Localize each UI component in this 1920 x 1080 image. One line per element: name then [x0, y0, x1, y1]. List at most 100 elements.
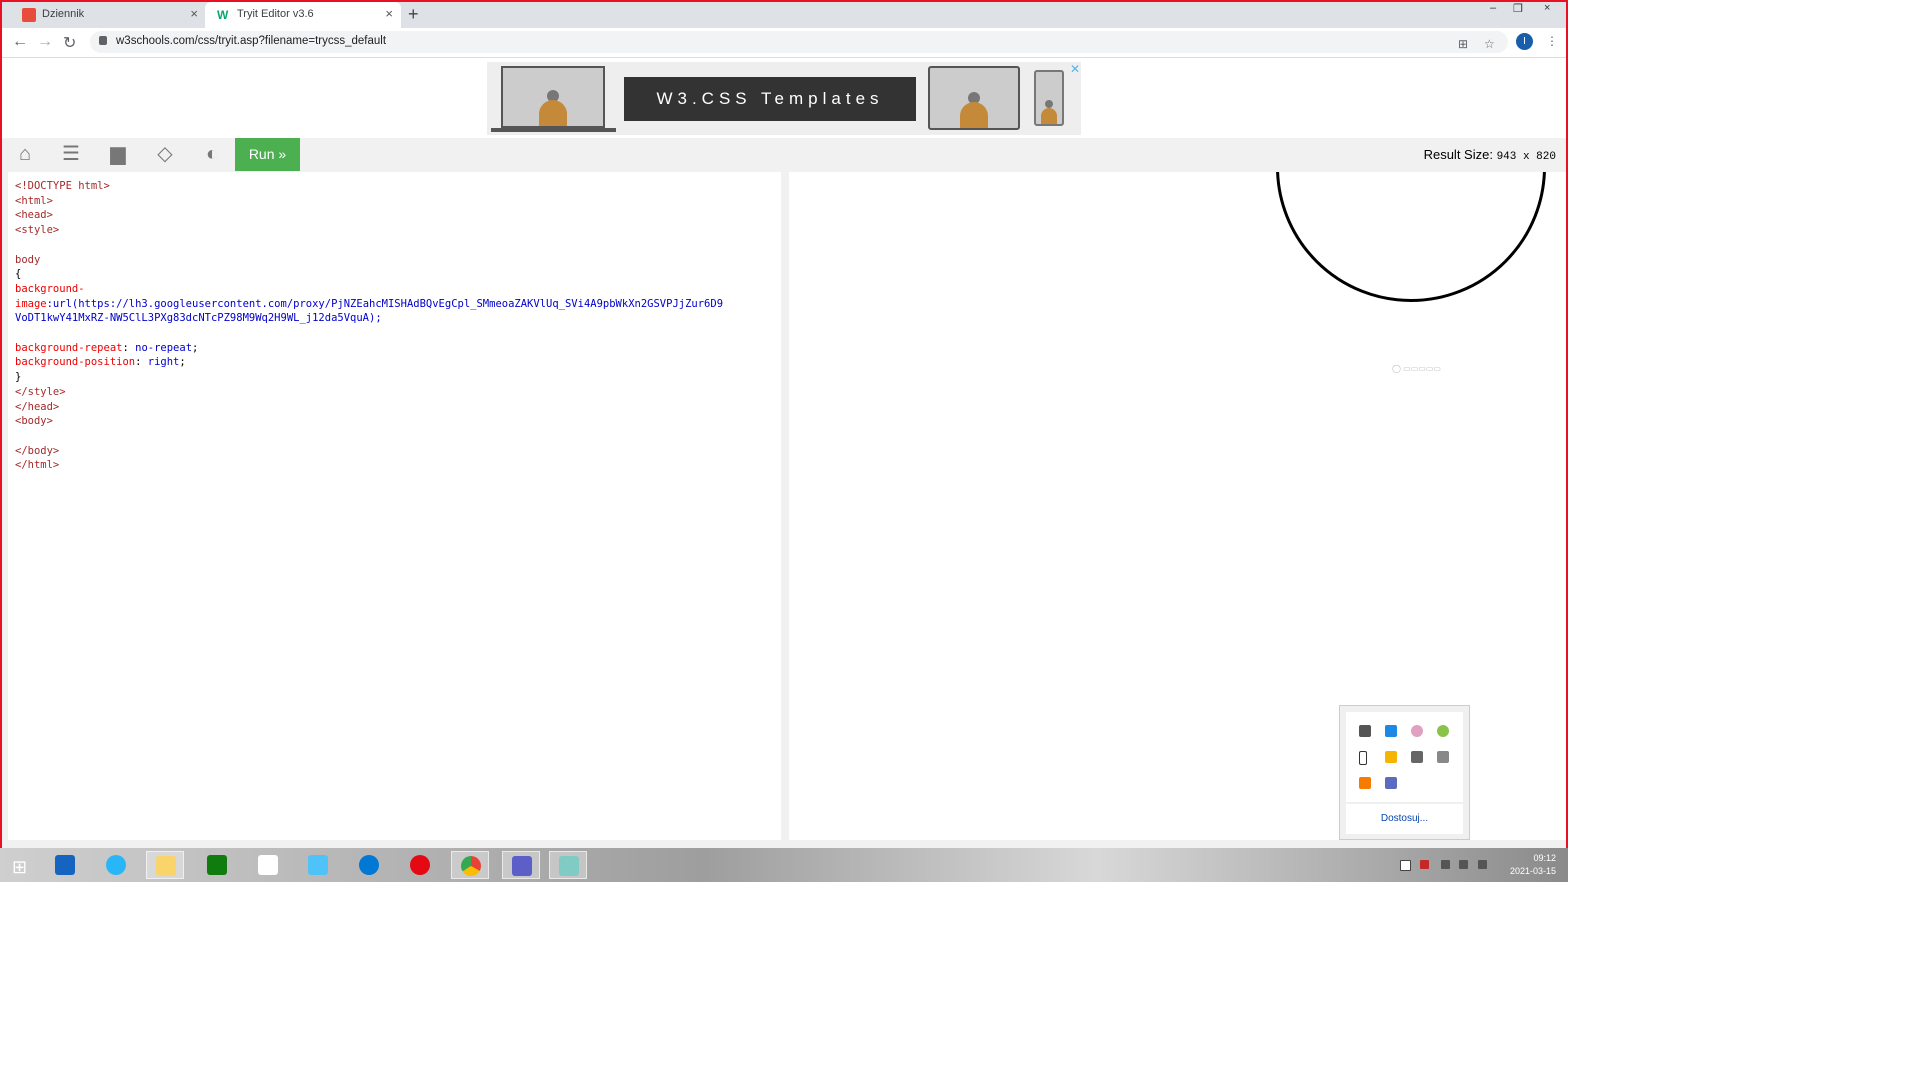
chrome-icon — [461, 856, 481, 876]
ie-icon — [106, 855, 126, 875]
code-token: ); — [369, 312, 382, 325]
monitor-tray-icon[interactable] — [1359, 725, 1371, 737]
tray-icons — [1346, 712, 1463, 802]
customize-link[interactable]: Dostosuj... — [1346, 813, 1463, 824]
device-tray-icon[interactable] — [1411, 751, 1423, 763]
reload-icon[interactable]: ↻ — [63, 33, 76, 53]
code-line: </body> — [15, 444, 60, 457]
back-icon[interactable]: ← — [12, 33, 28, 51]
translate-icon[interactable]: ⊞ — [1458, 37, 1468, 51]
store-icon — [207, 855, 227, 875]
rotate-icon[interactable]: ◇ — [142, 138, 188, 171]
result-size-label: Result Size: — [1423, 147, 1493, 162]
code-token: ; — [192, 341, 199, 354]
taskbar-edge[interactable] — [350, 851, 388, 879]
code-editor[interactable]: <!DOCTYPE html> <html> <head> <style> bo… — [8, 172, 781, 840]
code-token: right — [147, 356, 180, 369]
ad-title[interactable]: W3.CSS Templates — [624, 77, 916, 121]
show-hidden-icons-button[interactable] — [1400, 860, 1411, 871]
taskbar-ie[interactable] — [97, 851, 135, 879]
code-line: <head> — [15, 209, 53, 222]
network-tray-icon[interactable] — [1385, 725, 1397, 737]
code-line: </head> — [15, 400, 60, 413]
minimize-button[interactable]: – — [1490, 2, 1496, 14]
house-icon — [258, 855, 278, 875]
code-line: <style> — [15, 224, 60, 237]
edge-icon — [359, 855, 379, 875]
box-tray-icon[interactable] — [1385, 751, 1397, 763]
code-token: background-repeat — [15, 341, 123, 354]
w3schools-icon: W — [217, 8, 229, 22]
close-window-button[interactable]: × — [1544, 2, 1550, 14]
ad-close-icon[interactable]: ✕ — [1070, 62, 1080, 76]
contrast-icon[interactable]: ◐ — [189, 138, 235, 171]
code-token: VoDT1kwY41MxRZ-NW5ClL3PXg83dcNTcPZ98M9Wq… — [15, 312, 370, 325]
mail-icon — [308, 855, 328, 875]
cursor-icon — [1359, 751, 1367, 765]
taskbar-store[interactable] — [198, 851, 236, 879]
app-icon — [559, 856, 579, 876]
teams-icon — [512, 856, 532, 876]
profile-avatar[interactable]: I — [1516, 33, 1533, 50]
address-bar: ← → ↻ w3schools.com/css/tryit.asp?filena… — [2, 28, 1566, 58]
battery-icon[interactable] — [1441, 860, 1450, 869]
tab-tryit-editor[interactable]: W Tryit Editor v3.6 × — [205, 2, 401, 28]
new-tab-button[interactable]: + — [408, 4, 419, 25]
orange-tray-icon[interactable] — [1359, 777, 1371, 789]
taskbar-chrome[interactable] — [451, 851, 489, 879]
security-icon[interactable] — [1420, 860, 1429, 869]
menu-icon[interactable]: ☰ — [48, 138, 94, 171]
code-token: : — [135, 356, 148, 369]
code-token: image — [15, 297, 47, 310]
start-button[interactable]: ⊞ — [0, 851, 38, 879]
clock-date: 2021-03-15 — [1509, 866, 1556, 876]
url-text[interactable]: w3schools.com/css/tryit.asp?filename=try… — [116, 35, 386, 47]
taskbar-home[interactable] — [249, 851, 287, 879]
green-tray-icon[interactable] — [1437, 725, 1449, 737]
tablet-image — [928, 66, 1020, 130]
editor-panels: <!DOCTYPE html> <html> <head> <style> bo… — [2, 171, 1566, 848]
monitor-icon — [55, 855, 75, 875]
teams-tray-icon[interactable] — [1385, 777, 1397, 789]
taskbar-explorer[interactable] — [146, 851, 184, 879]
forward-icon[interactable]: → — [37, 33, 53, 51]
tab-label: Tryit Editor v3.6 — [237, 8, 314, 20]
taskbar-opera[interactable] — [401, 851, 439, 879]
run-button[interactable]: Run » — [235, 138, 300, 171]
printer-tray-icon[interactable] — [1437, 751, 1449, 763]
ad-banner[interactable]: W3.CSS Templates ✕ — [487, 62, 1081, 135]
more-menu-icon[interactable]: ⋮ — [1546, 34, 1558, 48]
code-token: ; — [179, 356, 186, 369]
phone-image — [1034, 70, 1064, 126]
close-tab-icon[interactable]: × — [190, 6, 198, 21]
code-token: :url( — [46, 297, 79, 310]
windows-icon: ⊞ — [12, 857, 28, 877]
tray-footer: Dostosuj... — [1346, 804, 1463, 834]
code-line: </html> — [15, 459, 60, 472]
code-line: background- — [15, 282, 85, 295]
colorful-tray-icon[interactable] — [1411, 725, 1423, 737]
clock[interactable]: 09:12 2021-03-15 — [1510, 852, 1556, 878]
wifi-icon[interactable] — [1459, 860, 1468, 869]
tab-bar: Dziennik × W Tryit Editor v3.6 × + – ❐ × — [2, 2, 1566, 28]
save-icon[interactable]: ▆ — [95, 138, 141, 171]
tab-label: Dziennik — [42, 8, 85, 20]
clock-time: 09:12 — [1533, 853, 1556, 863]
taskbar-teams[interactable] — [502, 851, 540, 879]
volume-icon[interactable] — [1478, 860, 1487, 869]
star-icon[interactable]: ☆ — [1484, 37, 1495, 51]
close-tab-icon[interactable]: × — [385, 6, 393, 21]
code-line: body — [15, 253, 41, 266]
taskbar-mail[interactable] — [299, 851, 337, 879]
restore-button[interactable]: ❐ — [1513, 2, 1523, 15]
tray-overflow-popup: Dostosuj... — [1339, 705, 1470, 840]
code-line: </style> — [15, 385, 66, 398]
taskbar-lenovo[interactable] — [46, 851, 84, 879]
code-line: } — [15, 371, 22, 384]
code-line: <body> — [15, 415, 53, 428]
taskbar-app[interactable] — [549, 851, 587, 879]
home-icon[interactable]: ⌂ — [2, 138, 48, 171]
url-field[interactable]: w3schools.com/css/tryit.asp?filename=try… — [90, 31, 1508, 53]
laptop-image — [501, 66, 605, 128]
tab-dziennik[interactable]: Dziennik × — [10, 2, 206, 28]
